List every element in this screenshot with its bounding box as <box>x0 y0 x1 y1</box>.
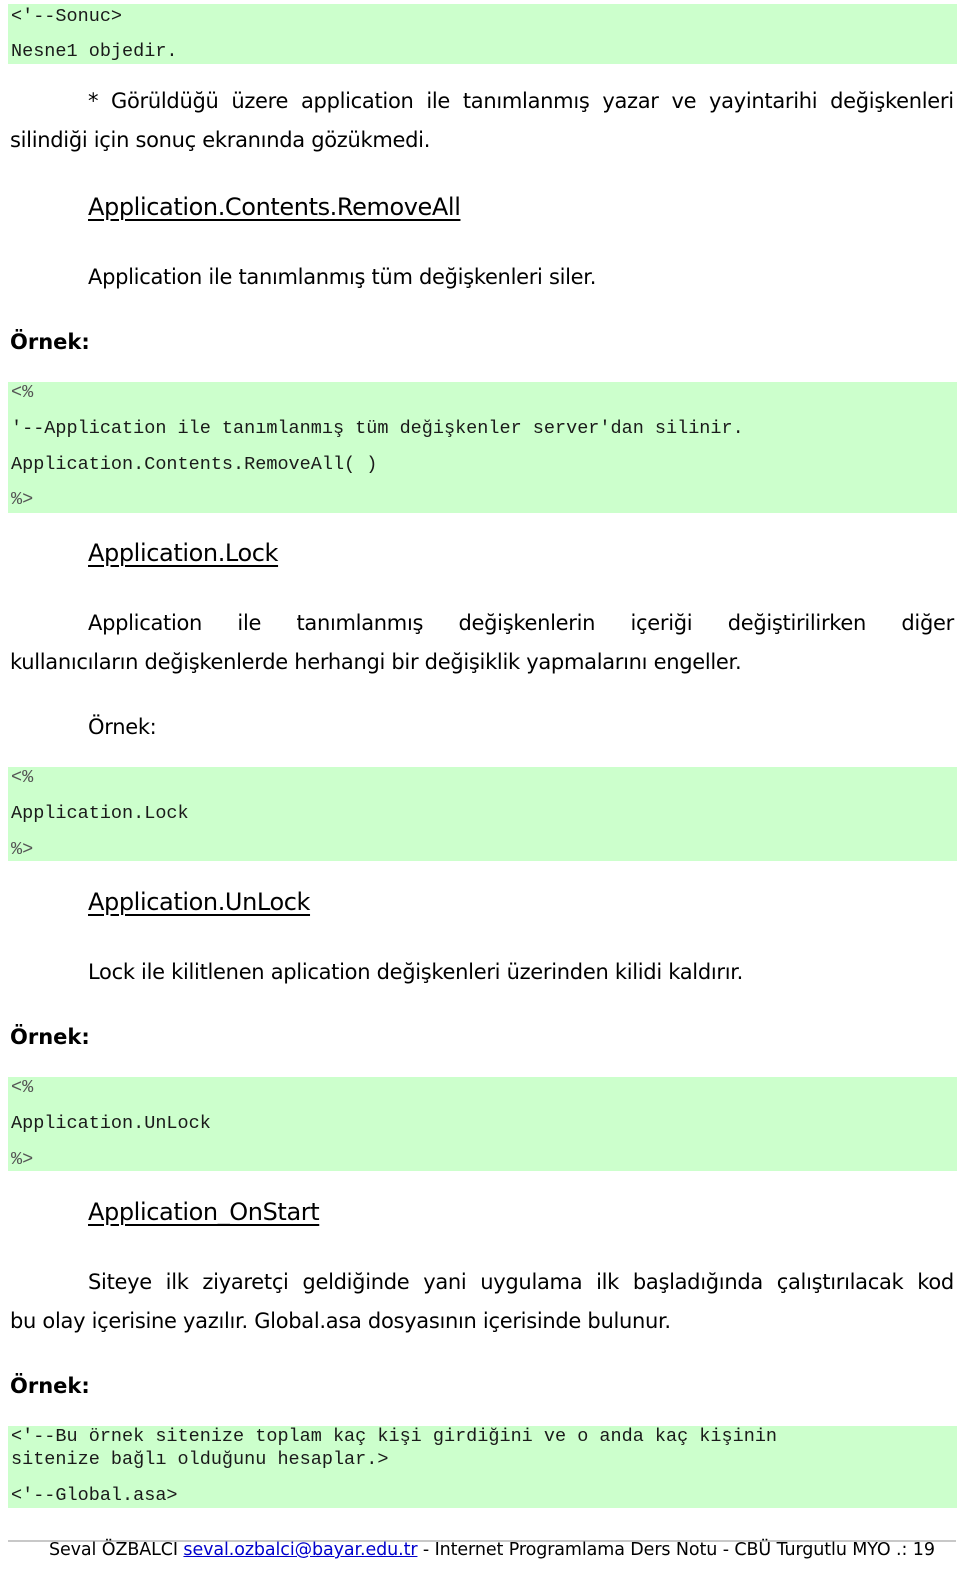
section-heading-lock: Application.Lock <box>88 539 279 567</box>
example-label: Örnek: <box>10 330 90 354</box>
onstart-text: Siteye ilk ziyaretçi geldiğinde yani uyg… <box>88 1270 954 1294</box>
example-label: Örnek: <box>88 715 157 739</box>
code-statement: Application.UnLock <box>11 1113 211 1134</box>
example-label: Örnek: <box>10 1025 90 1049</box>
page-number: 19 <box>912 1540 935 1560</box>
lock-description-word: değişkenlerin <box>458 611 596 635</box>
section-heading-onstart: Application_OnStart <box>88 1198 320 1226</box>
unlock-description: Lock ile kilitlenen aplication değişkenl… <box>88 960 744 984</box>
code-file-comment: <'--Global.asa> <box>11 1485 178 1506</box>
lock-description-word: ile <box>237 611 262 635</box>
unlock-code-block: <% Application.UnLock %> <box>8 1077 957 1171</box>
code-line: Nesne1 objedir. <box>11 41 178 62</box>
section-heading-unlock: Application.UnLock <box>88 888 311 916</box>
onstart-description-line1: Siteye ilk ziyaretçi geldiğinde yani uyg… <box>88 1270 954 1294</box>
footer-separator: - <box>417 1540 435 1560</box>
onstart-description-line2: bu olay içerisine yazılır. Global.asa do… <box>10 1309 671 1333</box>
footer-course: Internet Programlama Ders Notu - CBÜ Tur… <box>434 1540 891 1560</box>
code-comment: <'--Bu örnek sitenize toplam kaç kişi gi… <box>11 1426 778 1447</box>
note-text: * Görüldüğü üzere application ile tanıml… <box>88 89 954 113</box>
note-paragraph-line2: silindiği için sonuç ekranında gözükmedi… <box>10 128 431 152</box>
asp-open-tag: <% <box>11 1077 34 1098</box>
asp-close-tag: %> <box>11 839 34 860</box>
lock-code-block: <% Application.Lock %> <box>8 767 957 861</box>
code-statement: Application.Contents.RemoveAll( ) <box>11 454 378 475</box>
lock-description-word: içeriği <box>630 611 693 635</box>
code-line: <'--Sonuc> <box>11 6 123 27</box>
example-label: Örnek: <box>10 1374 90 1398</box>
lock-description-word: tanımlanmış <box>296 611 424 635</box>
onstart-code-block: <'--Bu örnek sitenize toplam kaç kişi gi… <box>8 1426 957 1508</box>
asp-open-tag: <% <box>11 382 34 403</box>
removeall-code-block: <% '--Application ile tanımlanmış tüm de… <box>8 382 957 513</box>
lock-description-line1: Application ile tanımlanmış değişkenlerin iç… <box>88 611 954 635</box>
note-paragraph-line1: * Görüldüğü üzere application ile tanıml… <box>88 89 954 113</box>
lock-description-word: diğer <box>901 611 954 635</box>
footer-author: Seval ÖZBALCI <box>49 1540 178 1560</box>
lock-description-word: değiştirilirken <box>727 611 867 635</box>
asp-close-tag: %> <box>11 489 34 510</box>
code-comment: sitenize bağlı olduğunu hesaplar.> <box>11 1449 389 1470</box>
code-statement: Application.Lock <box>11 803 189 824</box>
asp-close-tag: %> <box>11 1149 34 1170</box>
page-footer: Seval ÖZBALCI seval.ozbalci@bayar.edu.tr… <box>49 1540 935 1560</box>
footer-page-prefix: .: <box>890 1540 913 1560</box>
lock-description-line2: kullanıcıların değişkenlerde herhangi bi… <box>10 650 742 674</box>
section-heading-removeall: Application.Contents.RemoveAll <box>88 193 461 221</box>
code-comment: '--Application ile tanımlanmış tüm değiş… <box>11 418 744 439</box>
asp-open-tag: <% <box>11 767 34 788</box>
removeall-description: Application ile tanımlanmış tüm değişken… <box>88 265 597 289</box>
lock-description-word: Application <box>88 611 203 635</box>
result-code-block: <'--Sonuc> Nesne1 objedir. <box>8 4 957 64</box>
footer-email-link[interactable]: seval.ozbalci@bayar.edu.tr <box>183 1540 417 1560</box>
